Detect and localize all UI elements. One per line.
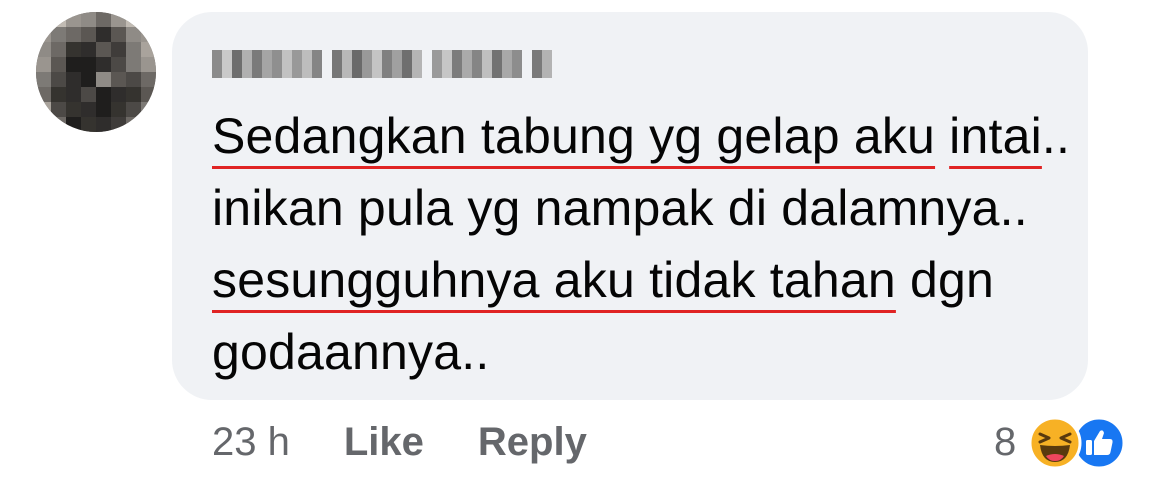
avatar-mosaic-cell	[36, 12, 51, 27]
avatar-mosaic-cell	[81, 102, 96, 117]
avatar-mosaic-cell	[126, 12, 141, 27]
avatar-mosaic-cell	[51, 87, 66, 102]
avatar-mosaic-cell	[96, 102, 111, 117]
avatar-mosaic-cell	[141, 42, 156, 57]
avatar[interactable]	[36, 12, 156, 132]
avatar-mosaic-cell	[141, 27, 156, 42]
avatar-mosaic-cell	[66, 12, 81, 27]
avatar-mosaic-cell	[51, 117, 66, 132]
comment-text-underlined-segment: Sedangkan tabung yg gelap aku	[212, 108, 936, 164]
comment-text-segment	[935, 108, 949, 164]
avatar-mosaic-cell	[81, 117, 96, 132]
avatar-mosaic-cell	[111, 72, 126, 87]
avatar-mosaic-cell	[66, 72, 81, 87]
reaction-icons	[1028, 414, 1132, 470]
avatar-mosaic-cell	[126, 27, 141, 42]
avatar-mosaic-cell	[66, 27, 81, 42]
comment-timestamp[interactable]: 23 h	[212, 420, 290, 465]
avatar-mosaic-cell	[96, 42, 111, 57]
comment-text-underlined-segment: intai	[949, 108, 1042, 164]
avatar-mosaic-cell	[141, 117, 156, 132]
avatar-mosaic-cell	[36, 57, 51, 72]
avatar-mosaic-cell	[111, 57, 126, 72]
avatar-mosaic-cell	[66, 42, 81, 57]
avatar-mosaic-cell	[81, 57, 96, 72]
reaction-summary[interactable]: 8	[994, 414, 1132, 470]
avatar-mosaic-cell	[66, 57, 81, 72]
avatar-mosaic-cell	[96, 57, 111, 72]
avatar-mosaic-cell	[96, 27, 111, 42]
avatar-mosaic-cell	[111, 87, 126, 102]
author-name-blurred-word-4	[532, 50, 552, 78]
avatar-mosaic-cell	[81, 42, 96, 57]
avatar-mosaic-cell	[141, 102, 156, 117]
avatar-mosaic-cell	[141, 87, 156, 102]
avatar-mosaic-cell	[126, 72, 141, 87]
avatar-mosaic-cell	[36, 42, 51, 57]
avatar-mosaic-cell	[51, 42, 66, 57]
avatar-mosaic-cell	[111, 117, 126, 132]
reaction-count: 8	[994, 419, 1017, 464]
avatar-mosaic-cell	[36, 27, 51, 42]
avatar-mosaic-cell	[126, 42, 141, 57]
author-name-blurred-word-2	[332, 50, 422, 78]
avatar-mosaic-cell	[96, 12, 111, 27]
avatar-mosaic-cell	[81, 72, 96, 87]
avatar-mosaic-cell	[36, 102, 51, 117]
avatar-mosaic-cell	[126, 117, 141, 132]
avatar-mosaic-cell	[81, 12, 96, 27]
comment-text-underlined-segment: sesungguhnya aku tidak tahan	[212, 252, 896, 308]
avatar-mosaic-cell	[96, 72, 111, 87]
avatar-mosaic-cell	[126, 57, 141, 72]
avatar-mosaic-cell	[141, 57, 156, 72]
avatar-mosaic-cell	[126, 87, 141, 102]
avatar-mosaic-cell	[51, 102, 66, 117]
avatar-mosaic-cell	[111, 27, 126, 42]
avatar-mosaic-cell	[111, 42, 126, 57]
avatar-mosaic-cell	[81, 27, 96, 42]
avatar-mosaic-cell	[96, 87, 111, 102]
haha-icon	[1028, 416, 1082, 470]
avatar-mosaic-cell	[51, 12, 66, 27]
avatar-pixelated-image	[36, 12, 156, 132]
avatar-mosaic-cell	[36, 87, 51, 102]
author-name-blurred-word-3	[432, 50, 522, 78]
author-name-blurred-word-1	[212, 50, 322, 78]
avatar-mosaic-cell	[66, 117, 81, 132]
avatar-mosaic-cell	[141, 72, 156, 87]
like-button[interactable]: Like	[344, 420, 424, 465]
avatar-mosaic-cell	[51, 57, 66, 72]
comment-author-name[interactable]	[212, 44, 552, 84]
avatar-mosaic-cell	[111, 102, 126, 117]
avatar-mosaic-cell	[36, 72, 51, 87]
avatar-mosaic-cell	[51, 27, 66, 42]
avatar-mosaic-cell	[66, 102, 81, 117]
avatar-mosaic-cell	[51, 72, 66, 87]
avatar-mosaic-cell	[66, 87, 81, 102]
avatar-mosaic-cell	[81, 87, 96, 102]
avatar-mosaic-cell	[111, 12, 126, 27]
avatar-mosaic-cell	[141, 12, 156, 27]
reply-button[interactable]: Reply	[478, 420, 587, 465]
avatar-mosaic-cell	[126, 102, 141, 117]
avatar-mosaic-cell	[96, 117, 111, 132]
comment-actions: 23 h Like Reply	[212, 414, 587, 470]
avatar-mosaic-cell	[36, 117, 51, 132]
comment-text: Sedangkan tabung yg gelap aku intai.. in…	[212, 100, 1072, 388]
